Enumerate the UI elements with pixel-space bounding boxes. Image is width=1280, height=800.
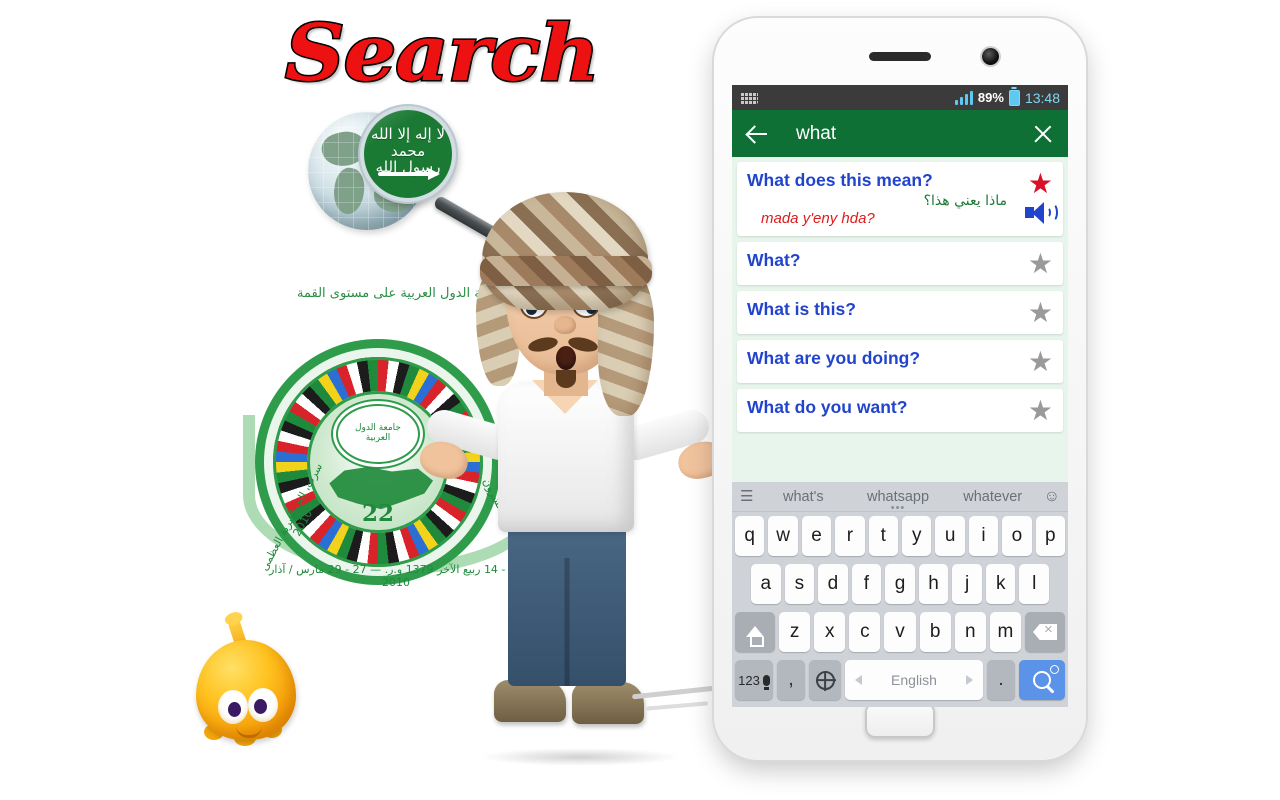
key-b[interactable]: b — [919, 612, 951, 652]
character-jeans — [508, 518, 626, 686]
status-bar: 89% 13:48 — [732, 85, 1068, 110]
key-p[interactable]: p — [1035, 516, 1066, 556]
phone-mockup: 89% 13:48 what What does this mean? ماذا… — [714, 18, 1086, 760]
space-key[interactable]: English — [845, 660, 983, 700]
search-results-list: What does this mean? ماذا يعني هذا؟ mada… — [732, 157, 1068, 432]
key-g[interactable]: g — [885, 564, 915, 604]
language-globe-icon[interactable] — [809, 660, 841, 700]
key-q[interactable]: q — [734, 516, 765, 556]
result-transliteration: mada y'eny hda? — [761, 210, 875, 227]
on-screen-keyboard: ☰ what's whatsapp ••• whatever ☺ q w e r… — [732, 482, 1068, 707]
arab-man-cartoon-character — [416, 170, 730, 770]
key-t[interactable]: t — [868, 516, 898, 556]
key-n[interactable]: n — [954, 612, 986, 652]
numbers-key[interactable]: 123 — [735, 660, 773, 700]
key-w[interactable]: w — [768, 516, 798, 556]
emblem-center-arabic: جامعة الدول العربية — [354, 423, 401, 443]
result-english: What is this? — [747, 299, 856, 319]
key-f[interactable]: f — [851, 564, 882, 604]
arab-league-crest-icon: جامعة الدول العربية — [331, 399, 425, 469]
list-item[interactable]: What do you want? ★ — [737, 389, 1063, 432]
suggestion-2[interactable]: whatsapp ••• — [851, 489, 946, 514]
keyboard-row-1: q w e r t y u i o p — [732, 512, 1068, 560]
star-icon[interactable]: ★ — [1028, 250, 1053, 278]
key-u[interactable]: u — [935, 516, 965, 556]
key-z[interactable]: z — [779, 612, 811, 652]
star-icon[interactable]: ★ — [1028, 348, 1053, 376]
microphone-icon — [762, 674, 770, 690]
earpiece-speaker — [869, 52, 931, 61]
list-item[interactable]: What? ★ — [737, 242, 1063, 285]
key-y[interactable]: y — [902, 516, 932, 556]
key-o[interactable]: o — [1002, 516, 1032, 556]
key-x[interactable]: x — [814, 612, 846, 652]
key-l[interactable]: l — [1019, 564, 1050, 604]
list-item[interactable]: What are you doing? ★ — [737, 340, 1063, 383]
keyboard-row-4: 123 , English . — [732, 656, 1068, 707]
keyboard-row-3: z x c v b n m — [732, 608, 1068, 656]
key-a[interactable]: a — [750, 564, 781, 604]
page-title: Search — [283, 7, 601, 101]
status-time: 13:48 — [1024, 89, 1060, 106]
key-k[interactable]: k — [985, 564, 1016, 604]
signal-bars-icon — [954, 90, 973, 105]
key-m[interactable]: m — [989, 612, 1021, 652]
key-e[interactable]: e — [801, 516, 832, 556]
front-camera-icon — [982, 48, 999, 65]
home-button[interactable] — [865, 702, 935, 738]
backspace-icon[interactable] — [1024, 612, 1065, 652]
key-v[interactable]: v — [884, 612, 916, 652]
battery-percent: 89% — [977, 90, 1004, 105]
star-filled-icon[interactable]: ★ — [1028, 170, 1053, 198]
character-keffiyeh — [482, 192, 648, 310]
space-label: English — [891, 672, 937, 688]
suggestion-3[interactable]: whatever — [945, 489, 1040, 505]
numbers-label: 123 — [738, 672, 760, 688]
mascot-body — [196, 640, 296, 740]
result-english: What are you doing? — [747, 348, 921, 368]
speaker-icon[interactable] — [1025, 202, 1058, 224]
hamburger-menu-icon[interactable]: ☰ — [740, 489, 756, 504]
battery-icon — [1008, 89, 1020, 106]
smiley-icon[interactable]: ☺ — [1040, 488, 1060, 506]
arrow-right-icon[interactable] — [965, 675, 973, 685]
search-icon[interactable] — [1019, 660, 1065, 700]
shift-icon[interactable] — [735, 612, 775, 652]
list-item[interactable]: What is this? ★ — [737, 291, 1063, 334]
key-r[interactable]: r — [835, 516, 865, 556]
key-i[interactable]: i — [968, 516, 999, 556]
character-shoe-left — [494, 680, 566, 722]
search-action-bar: what — [732, 110, 1068, 157]
result-english: What does this mean? — [747, 170, 933, 190]
key-d[interactable]: d — [818, 564, 848, 604]
result-english: What do you want? — [747, 397, 908, 417]
close-icon[interactable] — [1032, 123, 1054, 145]
key-c[interactable]: c — [849, 612, 881, 652]
list-item[interactable]: What does this mean? ماذا يعني هذا؟ mada… — [737, 162, 1063, 236]
arrow-left-icon[interactable] — [855, 675, 862, 685]
comma-key[interactable]: , — [777, 660, 805, 700]
star-icon[interactable]: ★ — [1028, 299, 1053, 327]
key-s[interactable]: s — [784, 564, 815, 604]
star-icon[interactable]: ★ — [1028, 397, 1053, 425]
result-english: What? — [747, 250, 801, 270]
phone-screen: 89% 13:48 what What does this mean? ماذا… — [732, 85, 1068, 707]
orange-blob-mascot-icon — [188, 612, 308, 752]
character-shoe-right — [572, 682, 644, 724]
search-input[interactable]: what — [796, 123, 1014, 145]
keyboard-row-2: a s d f g h j k l — [732, 560, 1068, 608]
result-arabic: ماذا يعني هذا؟ — [923, 193, 1007, 209]
suggestion-1[interactable]: what's — [756, 489, 851, 505]
key-j[interactable]: j — [952, 564, 982, 604]
suggestion-bar: ☰ what's whatsapp ••• whatever ☺ — [732, 482, 1068, 514]
key-h[interactable]: h — [918, 564, 949, 604]
promo-banner: Search لا إله إلا الله محمد رسول الله قم… — [0, 0, 1280, 800]
back-arrow-icon[interactable] — [746, 123, 768, 145]
settings-dot-icon — [1050, 665, 1059, 674]
period-key[interactable]: . — [987, 660, 1015, 700]
suggestion-dots: ••• — [890, 501, 906, 514]
keyboard-icon — [740, 91, 758, 104]
